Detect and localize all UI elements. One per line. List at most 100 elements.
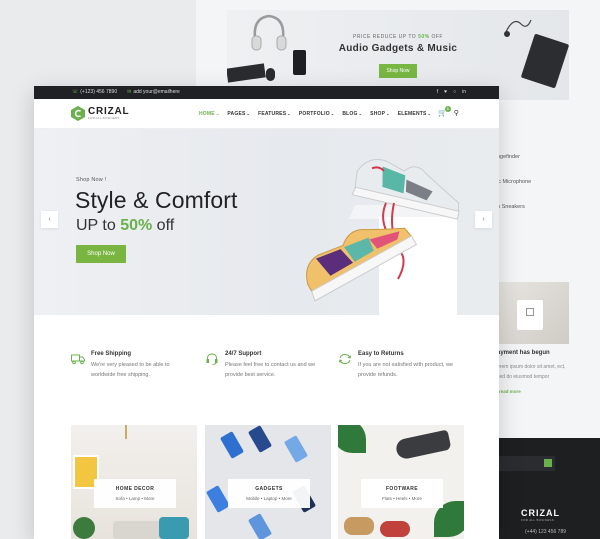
shoe-image bbox=[394, 429, 452, 461]
category-label-box: GADGETS Mobile • Laptop • More bbox=[228, 479, 310, 508]
phone-icon: ☏ bbox=[72, 89, 79, 95]
instagram-icon[interactable]: ○ bbox=[453, 89, 456, 95]
mail-icon: ✉ bbox=[127, 89, 132, 95]
earphones-image bbox=[504, 19, 532, 37]
heart-icon[interactable]: ♥ bbox=[444, 89, 447, 95]
feature-text: Please feel free to contact us and we pr… bbox=[225, 362, 316, 378]
chevron-down-icon: ⌄ bbox=[215, 111, 220, 116]
category-name: HOME DECOR bbox=[115, 486, 155, 492]
footer-logo-tagline: FOR ALL BUSINESS bbox=[521, 518, 555, 522]
chevron-down-icon: ⌄ bbox=[358, 111, 363, 116]
background-product-list: ngefinder ic Microphone n Sneakers bbox=[497, 150, 531, 225]
background-blog-image bbox=[497, 282, 569, 344]
hero-title: Style & Comfort bbox=[75, 187, 238, 213]
chevron-down-icon: ⌄ bbox=[287, 111, 291, 116]
logo-mark-icon bbox=[71, 106, 85, 121]
facebook-icon[interactable]: f bbox=[437, 89, 438, 95]
phone-case-image bbox=[247, 513, 273, 539]
search-icon[interactable]: ⚲ bbox=[454, 109, 459, 117]
background-newsletter-input[interactable] bbox=[497, 456, 555, 471]
category-home-decor[interactable]: HOME DECOR Sofa • Lamp • More bbox=[71, 425, 197, 539]
background-blog-title[interactable]: ayment has begun bbox=[497, 350, 550, 356]
hero-subtitle-prefix: UP to bbox=[76, 217, 116, 234]
top-bar-email[interactable]: ✉ add your@emailhere bbox=[127, 89, 180, 95]
social-links: f ♥ ○ in bbox=[437, 89, 466, 95]
hero-subtitle-suffix: off bbox=[156, 217, 175, 234]
nav-item-shop[interactable]: SHOP⌄ bbox=[370, 111, 390, 117]
email-text: add your@emailhere bbox=[133, 89, 180, 95]
category-footware[interactable]: FOOTWARE Flats • Heels • More bbox=[338, 425, 464, 539]
category-gadgets[interactable]: GADGETS Mobile • Laptop • More bbox=[205, 425, 331, 539]
chevron-down-icon: ⌄ bbox=[427, 111, 432, 116]
shoe-image bbox=[344, 517, 374, 535]
feature-text: We're very pleased to be able to worldwi… bbox=[91, 362, 170, 378]
category-links: Flats • Heels • More bbox=[382, 496, 422, 501]
background-footer-phone: (+44) 123 456 789 bbox=[525, 529, 567, 535]
exchange-icon bbox=[339, 353, 351, 365]
phone-text: (+123) 456 7890 bbox=[80, 89, 118, 95]
phone-case-image bbox=[247, 425, 273, 453]
logo-name: CRIZAL bbox=[88, 105, 130, 117]
banner-shop-now-button[interactable]: Shop Now bbox=[379, 64, 417, 78]
top-bar: ☏ (+123) 456 7890 ✉ add your@emailhere f… bbox=[34, 86, 499, 99]
category-banners: HOME DECOR Sofa • Lamp • More GADGETS Mo… bbox=[34, 425, 499, 539]
banner-title: Audio Gadgets & Music bbox=[338, 43, 458, 54]
truck-icon bbox=[71, 354, 85, 365]
chevron-down-icon: ⌄ bbox=[386, 111, 390, 116]
hero-shop-now-button[interactable]: Shop Now bbox=[76, 245, 126, 263]
nav-label: PAGES bbox=[227, 111, 246, 117]
banner-kicker-text: PRICE REDUCE UP TO bbox=[353, 34, 417, 40]
phone-case-image bbox=[219, 431, 245, 459]
nav-label: SHOP bbox=[370, 111, 386, 117]
cart-count-badge: 0 bbox=[444, 106, 451, 112]
background-product-item[interactable]: ngefinder bbox=[497, 150, 531, 175]
nav-item-portfolio[interactable]: PORTFOLIO⌄ bbox=[299, 111, 335, 117]
background-product-item[interactable]: n Sneakers bbox=[497, 200, 531, 225]
phone-image bbox=[293, 50, 306, 75]
background-product-item[interactable]: ic Microphone bbox=[497, 175, 531, 200]
chair-image bbox=[159, 517, 189, 539]
footer-logo-text: CRIZAL bbox=[521, 508, 560, 518]
background-blog-read-more[interactable]: read more bbox=[499, 389, 521, 394]
nav-item-features[interactable]: FEATURES⌄ bbox=[258, 111, 291, 117]
hero-subtitle-highlight: 50% bbox=[120, 217, 153, 234]
nav-item-blog[interactable]: BLOG⌄ bbox=[342, 111, 362, 117]
category-links: Sofa • Lamp • More bbox=[115, 496, 155, 501]
background-blog-excerpt: orem ipsum dolor sit amet, ect, sed do e… bbox=[497, 364, 566, 380]
nav-label: FEATURES bbox=[258, 111, 287, 117]
nav-item-home[interactable]: HOME⌄ bbox=[199, 111, 219, 117]
nav-label: ELEMENTS bbox=[397, 111, 427, 117]
header-actions: 🛒 0 ⚲ bbox=[438, 106, 459, 117]
phone-case-image bbox=[205, 485, 231, 513]
feature-title: Easy to Returns bbox=[358, 351, 404, 357]
nav-item-elements[interactable]: ELEMENTS⌄ bbox=[398, 111, 431, 117]
mouse-image bbox=[266, 68, 275, 81]
feature-text: If you are not satisfied with product, w… bbox=[358, 362, 454, 378]
feature-title: Free Shipping bbox=[91, 351, 132, 357]
plant-image bbox=[73, 517, 95, 539]
main-nav: HOME⌄ PAGES⌄ FEATURES⌄ PORTFOLIO⌄ BLOG⌄ … bbox=[199, 111, 431, 117]
nav-label: HOME bbox=[199, 111, 215, 117]
background-banner-text: PRICE REDUCE UP TO 50% OFF Audio Gadgets… bbox=[337, 34, 459, 78]
slider-prev-arrow[interactable]: ‹ bbox=[41, 211, 58, 228]
send-icon[interactable] bbox=[544, 459, 552, 467]
category-name: GADGETS bbox=[255, 486, 283, 492]
nav-item-pages[interactable]: PAGES⌄ bbox=[227, 111, 250, 117]
site-logo[interactable]: CRIZAL FOR ALL BUSINESS bbox=[71, 106, 129, 121]
category-label-box: FOOTWARE Flats • Heels • More bbox=[361, 479, 443, 508]
top-bar-phone[interactable]: ☏ (+123) 456 7890 bbox=[72, 89, 117, 95]
top-bar-contact: ☏ (+123) 456 7890 ✉ add your@emailhere bbox=[72, 89, 180, 95]
logo-text: CRIZAL FOR ALL BUSINESS bbox=[88, 105, 130, 121]
nav-label: PORTFOLIO bbox=[298, 111, 330, 117]
banner-kicker-percent: 50% bbox=[418, 34, 430, 40]
features-section: Free Shipping We're very pleased to be a… bbox=[34, 315, 499, 425]
category-name: FOOTWARE bbox=[385, 486, 419, 492]
nav-label: BLOG bbox=[342, 111, 358, 117]
hero-slider: Shop Now ! Style & Comfort UP to 50% off… bbox=[34, 129, 499, 315]
slider-next-arrow[interactable]: › bbox=[475, 211, 492, 228]
main-header: CRIZAL FOR ALL BUSINESS HOME⌄ PAGES⌄ FEA… bbox=[34, 99, 499, 129]
cart-icon[interactable]: 🛒 0 bbox=[438, 106, 451, 117]
chevron-down-icon: ⌄ bbox=[246, 111, 251, 116]
banner-kicker-suffix: OFF bbox=[431, 34, 443, 40]
linkedin-icon[interactable]: in bbox=[462, 89, 466, 95]
